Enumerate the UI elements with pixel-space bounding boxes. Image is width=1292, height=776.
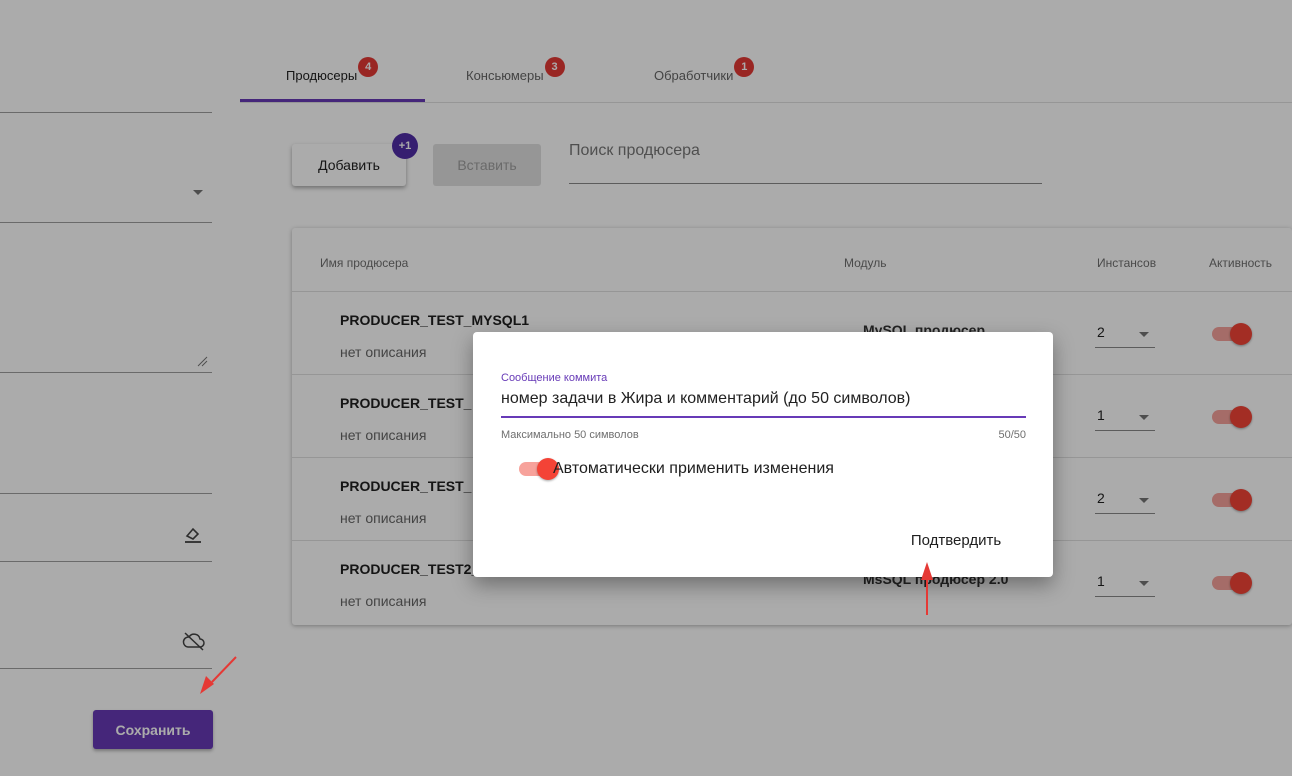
- annotation-arrows: [200, 562, 933, 694]
- arrow-to-confirm-head: [921, 562, 933, 580]
- page: Сохранить Продюсеры 4 Консьюмеры 3 Обраб…: [0, 0, 1292, 776]
- arrow-to-save-head: [200, 676, 214, 694]
- arrow-to-save: [211, 656, 237, 683]
